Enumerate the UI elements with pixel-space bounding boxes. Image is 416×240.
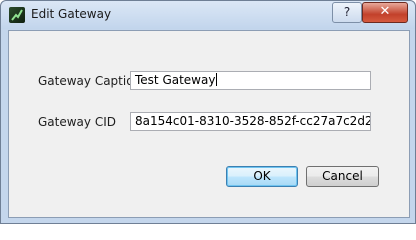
gateway-caption-label: Gateway Caption bbox=[38, 74, 142, 88]
gateway-caption-value: Test Gateway bbox=[135, 73, 216, 87]
cancel-button[interactable]: Cancel bbox=[306, 166, 379, 187]
gateway-cid-label: Gateway CID bbox=[38, 115, 116, 129]
close-icon: ✕ bbox=[379, 4, 391, 19]
text-caret bbox=[216, 73, 218, 86]
ok-button[interactable]: OK bbox=[226, 166, 298, 187]
gateway-caption-input[interactable]: Test Gateway bbox=[130, 71, 371, 90]
close-button[interactable]: ✕ bbox=[362, 2, 408, 23]
window-title: Edit Gateway bbox=[31, 7, 112, 21]
gateway-cid-value: 8a154c01-8310-3528-852f-cc27a7c2d2f2 bbox=[135, 114, 371, 128]
dialog-body: Gateway Caption Test Gateway Gateway CID… bbox=[8, 30, 410, 218]
gateway-cid-input[interactable]: 8a154c01-8310-3528-852f-cc27a7c2d2f2 bbox=[130, 112, 371, 131]
title-bar[interactable]: Edit Gateway ? ✕ bbox=[1, 1, 415, 29]
edit-gateway-dialog: Edit Gateway ? ✕ Gateway Caption Test Ga… bbox=[0, 0, 416, 224]
app-icon bbox=[9, 7, 25, 23]
help-icon: ? bbox=[343, 5, 351, 19]
help-button[interactable]: ? bbox=[332, 2, 362, 23]
